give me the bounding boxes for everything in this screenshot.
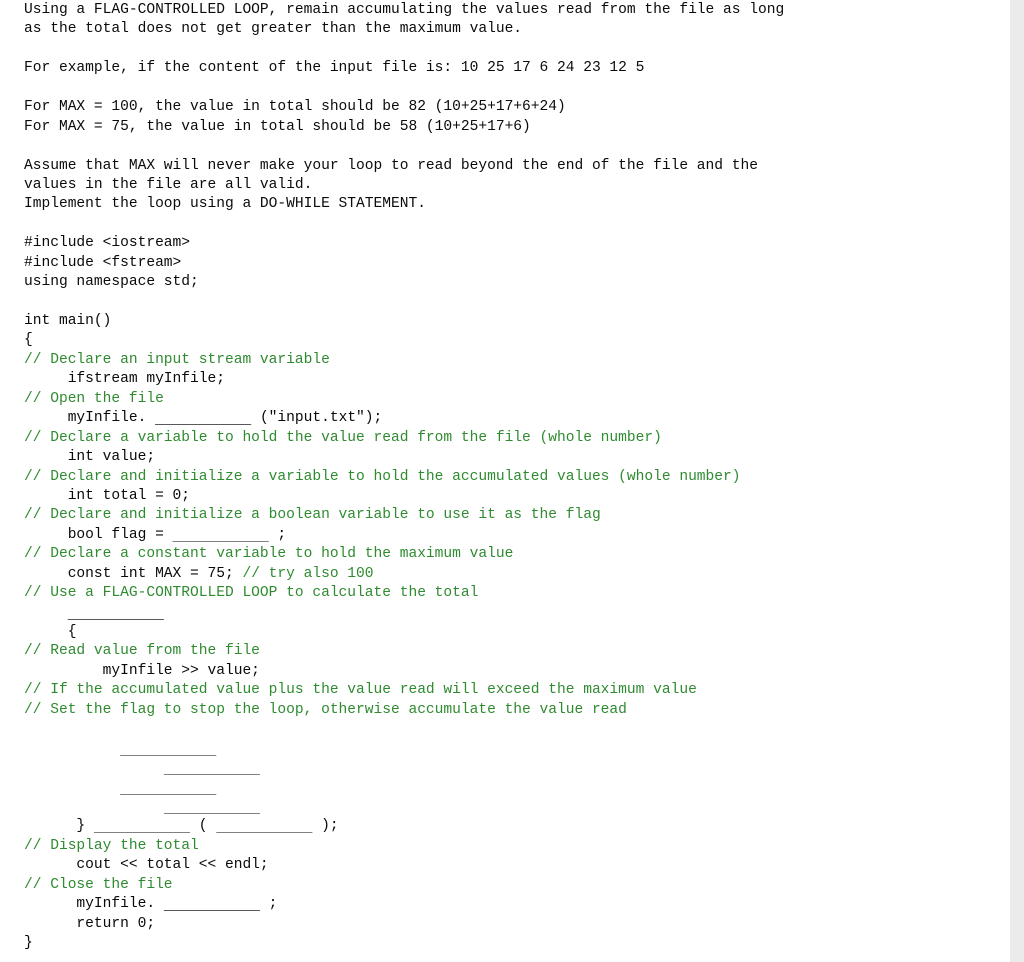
answer-blank-close-file[interactable]: ___________ bbox=[164, 896, 260, 912]
code-body-blank-line-4: ___________ bbox=[24, 798, 994, 817]
code-include-iostream: #include <iostream> bbox=[24, 235, 191, 252]
comment-declare-max: // Declare a constant variable to hold t… bbox=[24, 546, 514, 563]
comment-if-exceed-max: // If the accumulated value plus the val… bbox=[24, 682, 697, 699]
comment-declare-flag: // Declare and initialize a boolean vari… bbox=[24, 507, 601, 524]
code-open-file-suffix: ("input.txt"); bbox=[251, 410, 383, 427]
code-declare-max-statement: const int MAX = 75; bbox=[24, 565, 243, 582]
code-declare-ifstream: ifstream myInfile; bbox=[24, 371, 225, 388]
code-body-blank-line-3: ___________ bbox=[24, 779, 994, 798]
code-return-zero: return 0; bbox=[24, 915, 156, 932]
code-close-file-prefix: myInfile. bbox=[24, 896, 164, 913]
comment-read-value: // Read value from the file bbox=[24, 643, 260, 660]
comment-open-file: // Open the file bbox=[24, 390, 164, 407]
code-body-blank-line-2: ___________ bbox=[24, 759, 994, 778]
code-declare-flag-suffix: ; bbox=[268, 526, 287, 543]
code-open-file: myInfile. ___________ ("input.txt"); bbox=[24, 409, 994, 428]
comment-use-flag-loop: // Use a FLAG-CONTROLLED LOOP to calcula… bbox=[24, 585, 479, 602]
comment-close-file: // Close the file bbox=[24, 876, 173, 893]
problem-line-implement: Implement the loop using a DO-WHILE STAT… bbox=[24, 196, 426, 213]
problem-statement-block: Using a FLAG-CONTROLLED LOOP, remain acc… bbox=[24, 1, 994, 215]
code-main-close-brace: } bbox=[24, 935, 33, 951]
code-declare-value: int value; bbox=[24, 449, 156, 466]
code-close-file: myInfile. ___________ ; bbox=[24, 895, 994, 914]
code-declare-max: const int MAX = 75; // try also 100 bbox=[24, 565, 994, 584]
code-read-value: myInfile >> value; bbox=[24, 662, 260, 679]
answer-blank-body-1[interactable]: ___________ bbox=[120, 741, 216, 757]
code-while-open-paren: ( bbox=[190, 818, 217, 835]
answer-blank-open-file[interactable]: ___________ bbox=[155, 410, 251, 426]
code-display-total: cout << total << endl; bbox=[24, 857, 269, 874]
answer-blank-flag-init[interactable]: ___________ bbox=[173, 527, 269, 543]
answer-blank-loop-keyword[interactable]: ___________ bbox=[68, 605, 164, 621]
problem-line-assume: Assume that MAX will never make your loo… bbox=[24, 157, 758, 174]
answer-blank-body-3[interactable]: ___________ bbox=[120, 780, 216, 796]
code-spacer bbox=[24, 293, 994, 312]
problem-line: as the total does not get greater than t… bbox=[24, 21, 523, 38]
code-spacer bbox=[24, 720, 994, 739]
problem-line: Using a FLAG-CONTROLLED LOOP, remain acc… bbox=[24, 2, 785, 18]
answer-blank-body-2[interactable]: ___________ bbox=[164, 760, 260, 776]
code-loop-close-while-line: } ___________ ( ___________ ); bbox=[24, 817, 994, 836]
comment-display-total: // Display the total bbox=[24, 837, 199, 854]
code-main-open-brace: { bbox=[24, 332, 33, 349]
problem-spacer bbox=[24, 137, 994, 156]
document-body: Using a FLAG-CONTROLLED LOOP, remain acc… bbox=[24, 1, 994, 953]
problem-spacer bbox=[24, 40, 994, 59]
document-content-area: Using a FLAG-CONTROLLED LOOP, remain acc… bbox=[0, 0, 1010, 962]
code-close-file-suffix: ; bbox=[259, 896, 278, 913]
comment-declare-total: // Declare and initialize a variable to … bbox=[24, 468, 741, 485]
code-main-signature: int main() bbox=[24, 313, 112, 329]
code-listing-block: #include <iostream> #include <fstream> u… bbox=[24, 234, 994, 953]
code-using-namespace: using namespace std; bbox=[24, 274, 199, 291]
answer-blank-while-condition[interactable]: ___________ bbox=[216, 818, 312, 834]
code-loop-close-brace: } bbox=[24, 818, 94, 835]
comment-declare-stream: // Declare an input stream variable bbox=[24, 351, 330, 368]
problem-line-case-max75: For MAX = 75, the value in total should … bbox=[24, 118, 531, 135]
code-while-close-paren: ); bbox=[312, 818, 339, 835]
answer-blank-while-keyword[interactable]: ___________ bbox=[94, 818, 190, 834]
code-declare-flag-prefix: bool flag = bbox=[24, 526, 173, 543]
code-open-file-prefix: myInfile. bbox=[24, 410, 156, 427]
comment-set-flag: // Set the flag to stop the loop, otherw… bbox=[24, 701, 627, 718]
problem-line-case-max100: For MAX = 100, the value in total should… bbox=[24, 99, 566, 116]
problem-spacer bbox=[24, 79, 994, 98]
code-declare-total: int total = 0; bbox=[24, 487, 191, 504]
code-loop-open-brace: { bbox=[24, 624, 77, 640]
vertical-scrollbar-track[interactable] bbox=[1010, 0, 1024, 962]
comment-try-also-100: // try also 100 bbox=[242, 565, 374, 582]
screenshot-page: Using a FLAG-CONTROLLED LOOP, remain acc… bbox=[0, 0, 1024, 962]
code-declare-flag: bool flag = ___________ ; bbox=[24, 526, 994, 545]
code-body-blank-line-1: ___________ bbox=[24, 740, 994, 759]
comment-declare-value: // Declare a variable to hold the value … bbox=[24, 429, 662, 446]
code-include-fstream: #include <fstream> bbox=[24, 254, 182, 271]
problem-line-example: For example, if the content of the input… bbox=[24, 60, 645, 77]
code-loop-keyword-line: ___________ bbox=[24, 604, 994, 623]
answer-blank-body-4[interactable]: ___________ bbox=[164, 799, 260, 815]
problem-line-assume-cont: values in the file are all valid. bbox=[24, 176, 313, 193]
